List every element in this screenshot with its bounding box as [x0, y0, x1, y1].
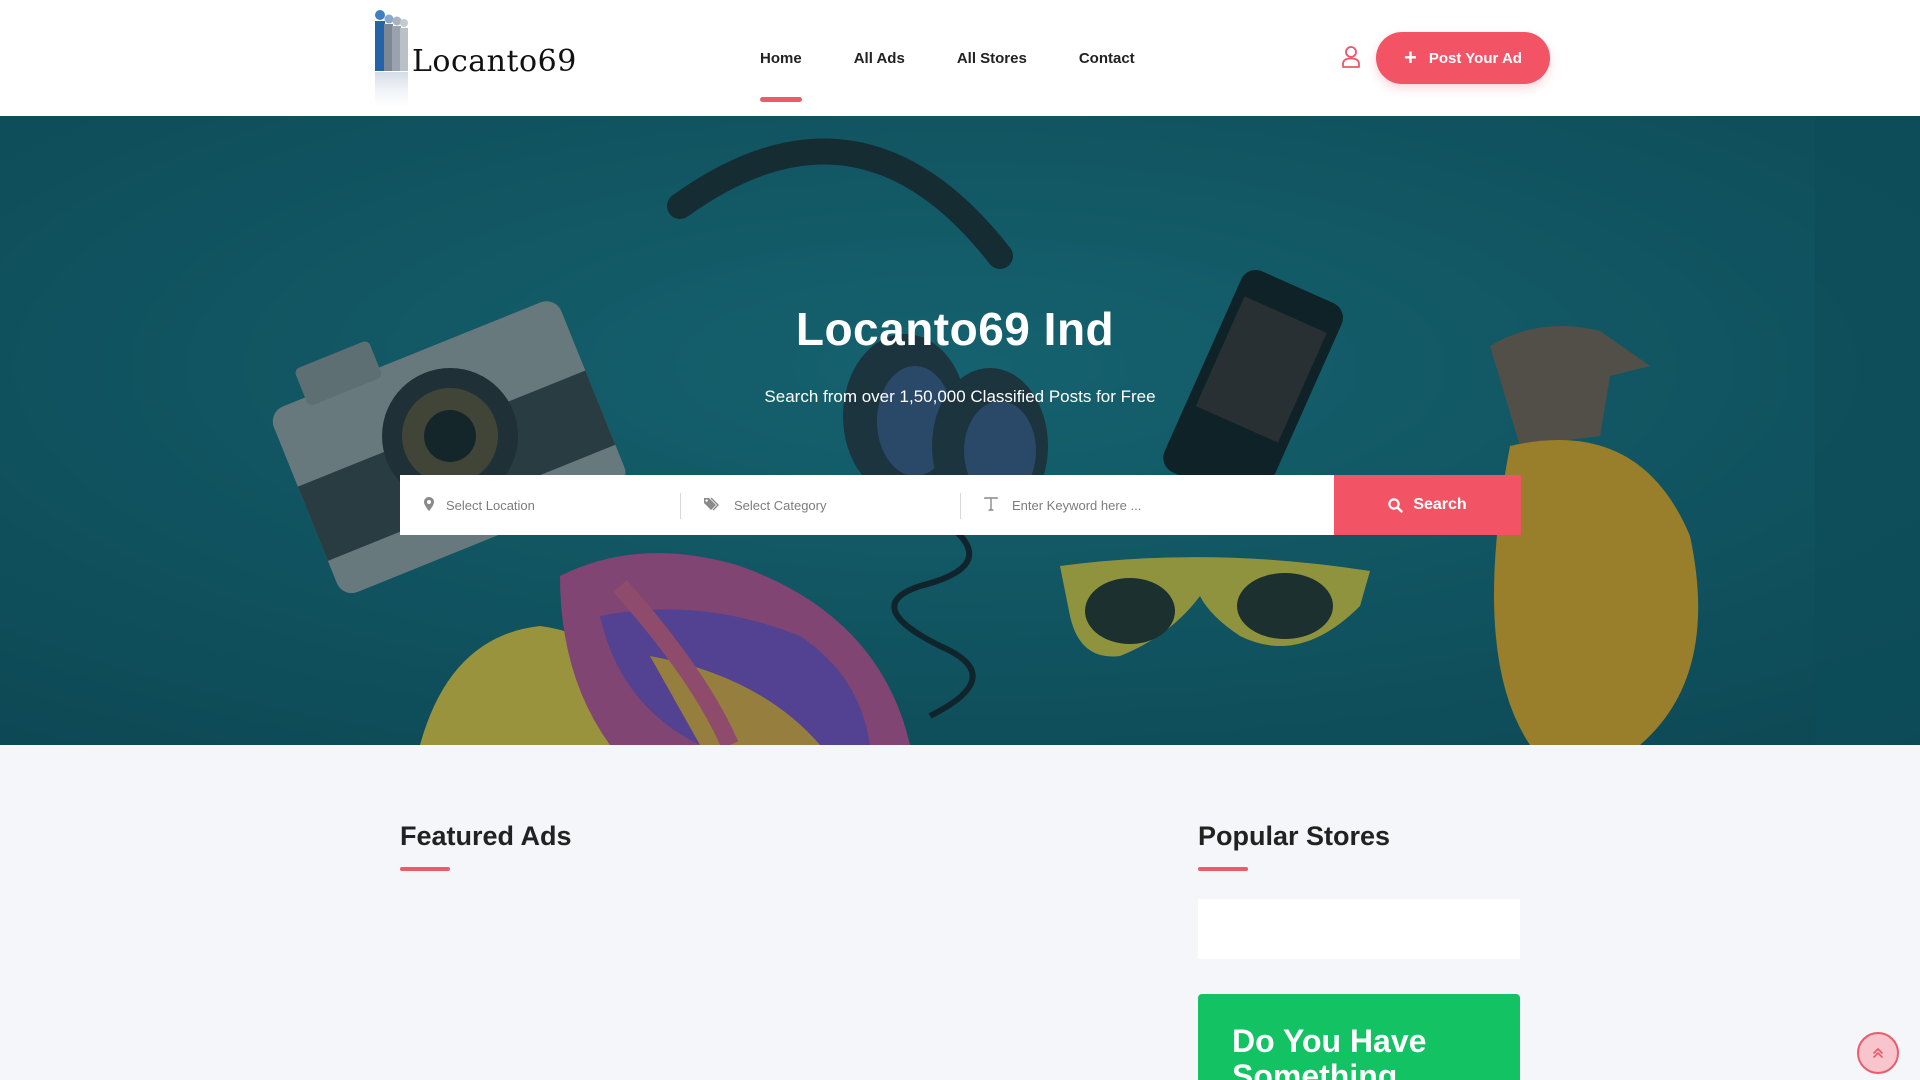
featured-ads-underline: [400, 867, 450, 871]
cta-card: Do You Have Something: [1198, 994, 1520, 1080]
nav-home[interactable]: Home: [750, 0, 812, 116]
hero-banner: Locanto69 Ind Search from over 1,50,000 …: [0, 116, 1920, 745]
main-nav: Home All Ads All Stores Contact: [750, 0, 1177, 116]
post-your-ad-button[interactable]: + Post Your Ad: [1376, 32, 1550, 84]
location-placeholder: Select Location: [446, 497, 535, 513]
search-button-label: Search: [1413, 496, 1467, 513]
popular-stores-underline: [1198, 867, 1248, 871]
search-icon: [1388, 497, 1404, 513]
tags-icon: [704, 497, 719, 511]
nav-contact[interactable]: Contact: [1069, 0, 1145, 116]
logo-wordmark: Locanto69: [412, 44, 577, 79]
scroll-to-top-button[interactable]: [1857, 1032, 1899, 1074]
search-button[interactable]: Search: [1334, 475, 1521, 535]
hero-subtitle: Search from over 1,50,000 Classified Pos…: [764, 387, 1156, 406]
text-cursor-icon: [984, 497, 998, 511]
logo-people-icon: [375, 10, 408, 108]
site-logo[interactable]: Locanto69: [370, 6, 576, 110]
popular-stores-heading: Popular Stores: [1198, 821, 1391, 851]
hero-title: Locanto69 Ind: [795, 303, 1115, 355]
category-placeholder: Select Category: [734, 497, 827, 513]
map-pin-icon: [424, 497, 434, 511]
post-ad-label: Post Your Ad: [1428, 49, 1522, 67]
keyword-input[interactable]: [1012, 497, 1312, 513]
double-chevron-up-icon: [1873, 1048, 1883, 1058]
featured-ads-heading: Featured Ads: [400, 821, 572, 851]
nav-all-stores[interactable]: All Stores: [947, 0, 1037, 116]
plus-icon: +: [1404, 45, 1417, 70]
search-bar: Select Location Select Category Search: [400, 475, 1521, 535]
nav-all-ads[interactable]: All Ads: [844, 0, 915, 116]
hero-overlay: [0, 116, 1920, 745]
popular-stores-list: [1198, 899, 1520, 959]
user-icon[interactable]: [1340, 45, 1362, 69]
keyword-field[interactable]: [960, 475, 1334, 535]
cta-heading: Do You Have Something: [1232, 1023, 1427, 1080]
location-select[interactable]: Select Location: [400, 475, 680, 535]
category-select[interactable]: Select Category: [680, 475, 960, 535]
site-header: Locanto69 Home All Ads All Stores Contac…: [0, 0, 1920, 116]
